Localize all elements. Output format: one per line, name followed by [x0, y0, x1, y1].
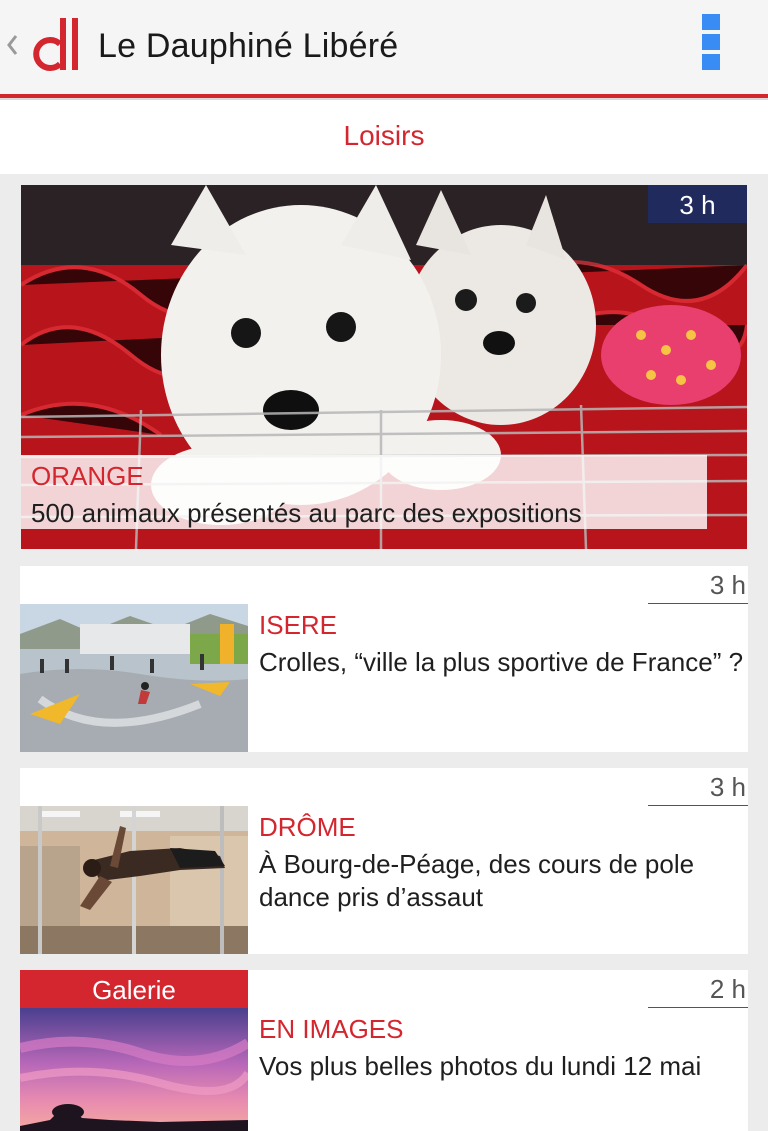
section-title: Loisirs: [343, 120, 425, 151]
gallery-article-item[interactable]: Galerie 2 h EN IMAGES Vos plus belles ph…: [20, 970, 748, 1131]
article-time: 3 h: [709, 772, 746, 802]
article-headline: À Bourg-de-Péage, des cours de pole danc…: [259, 849, 695, 912]
chevron-left-icon[interactable]: [4, 30, 20, 60]
article-region: ISERE: [259, 610, 338, 640]
article-region: DRÔME: [259, 812, 356, 842]
article-time: 2 h: [709, 974, 746, 1004]
action-bar: Le Dauphiné Libéré: [0, 0, 768, 94]
app-title: Le Dauphiné Libéré: [98, 27, 399, 65]
article-item[interactable]: 3 h DRÔME À Bourg-de-Péage, des cours de…: [20, 768, 748, 954]
gallery-badge: Galerie: [20, 970, 248, 1008]
skatepark-photo: [20, 604, 248, 752]
time-underline: [648, 603, 748, 604]
pole-dance-photo: [20, 806, 248, 954]
overflow-menu-icon[interactable]: [697, 14, 725, 78]
article-headline: Vos plus belles photos du lundi 12 mai: [259, 1051, 702, 1081]
time-underline: [648, 1007, 748, 1008]
sunset-photo: [20, 1008, 248, 1131]
article-item[interactable]: 3 h ISERE Crolles, “ville la plus sporti…: [20, 566, 748, 752]
time-underline: [648, 805, 748, 806]
article-time: 3 h: [709, 570, 746, 600]
hero-caption: ORANGE 500 animaux présentés au parc des…: [21, 455, 707, 529]
article-headline: Crolles, “ville la plus sportive de Fran…: [259, 647, 744, 677]
hero-article[interactable]: 3 h ORANGE 500 animaux présentés au parc…: [21, 185, 747, 549]
hero-headline: 500 animaux présentés au parc des exposi…: [31, 498, 582, 528]
dl-logo-icon[interactable]: [22, 14, 84, 76]
hero-time-badge: 3 h: [648, 185, 747, 223]
hero-region: ORANGE: [31, 461, 144, 491]
article-region: EN IMAGES: [259, 1014, 404, 1044]
section-header: Loisirs: [0, 100, 768, 174]
